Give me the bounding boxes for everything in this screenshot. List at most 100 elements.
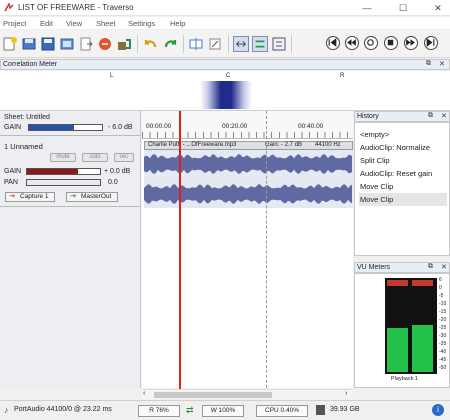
- history-item[interactable]: Move Clip: [359, 180, 447, 193]
- master-output-label: MasterOut: [81, 193, 112, 200]
- track-gain-fill: [27, 169, 79, 174]
- capture-input-button[interactable]: ⇥ Capture 1: [5, 192, 55, 202]
- sheet-gain-slider[interactable]: [28, 124, 103, 131]
- title-bar: LIST OF FREEWARE - Traverso — ☐ ✕: [0, 0, 450, 16]
- vu-scale-tick: -50: [439, 365, 447, 371]
- track-name: 1 Unnamed: [4, 142, 43, 151]
- corr-right-label: R: [340, 73, 345, 79]
- history-item[interactable]: Split Clip: [359, 154, 447, 167]
- clip-gain: Gain: - 2.7 dB: [265, 142, 303, 148]
- zoom-fit-icon[interactable]: [252, 36, 268, 52]
- track-gain-slider[interactable]: [26, 168, 101, 175]
- new-project-icon[interactable]: [2, 36, 18, 52]
- play-button[interactable]: [384, 36, 398, 50]
- redo-icon[interactable]: [162, 36, 178, 52]
- vu-scale: 6 0 -5 -10 -15 -20 -25 -30 -35 -40 -45 -50: [439, 277, 450, 377]
- info-icon[interactable]: i: [432, 404, 444, 416]
- audio-driver-status: PortAudio 44100/0 @ 23.22 ms: [14, 406, 112, 413]
- undo-icon[interactable]: [143, 36, 159, 52]
- audio-clip-waveform[interactable]: [144, 150, 353, 208]
- track-pan-value: 0.0: [108, 179, 118, 186]
- corr-center-label: C: [226, 73, 231, 79]
- audio-clip-header[interactable]: Charlie Puth - ...OfFreeware.mp3 Gain: -…: [144, 141, 353, 150]
- menu-help[interactable]: Help: [170, 19, 185, 28]
- rewind-button[interactable]: [345, 36, 359, 50]
- vu-scale-tick: -15: [439, 309, 447, 315]
- vu-meter-frame: [385, 278, 437, 374]
- skip-start-button[interactable]: [326, 36, 340, 50]
- snap-icon[interactable]: [188, 36, 204, 52]
- track-gain-value: + 0.0 dB: [104, 168, 131, 175]
- menu-view[interactable]: View: [66, 19, 82, 28]
- follow-icon[interactable]: [233, 36, 249, 52]
- output-arrow-icon: ⇥: [70, 193, 76, 200]
- vu-level-right: [412, 325, 433, 372]
- mute-button[interactable]: mute: [50, 153, 76, 162]
- vu-scale-tick: -10: [439, 301, 447, 307]
- ruler-tick: 00:20.00: [222, 123, 248, 130]
- scroll-left-icon[interactable]: ‹: [143, 390, 145, 397]
- menu-settings[interactable]: Settings: [128, 19, 155, 28]
- close-panel-icon[interactable]: ✕: [441, 263, 447, 271]
- read-buffer-status: R 76%: [138, 405, 180, 417]
- time-ruler[interactable]: 00:00.00 00:20.00 00:40.00: [142, 111, 353, 139]
- close-panel-icon[interactable]: ✕: [439, 60, 445, 68]
- menu-sheet[interactable]: Sheet: [96, 19, 116, 28]
- master-output-button[interactable]: ⇥ MasterOut: [66, 192, 118, 202]
- solo-button[interactable]: solo: [82, 153, 108, 162]
- record-icon[interactable]: [97, 36, 113, 52]
- vu-level-left: [387, 328, 408, 372]
- toolbar-separator: [183, 35, 184, 53]
- sheet-name: Sheet: Untitled: [4, 114, 50, 121]
- ruler-minor-ticks: [142, 132, 353, 138]
- sheet-gain-fill: [29, 125, 75, 130]
- import-icon[interactable]: [116, 36, 132, 52]
- new-sheet-icon[interactable]: [59, 36, 75, 52]
- menu-bar: Project Edit View Sheet Settings Help: [0, 17, 450, 29]
- timeline-area[interactable]: 00:00.00 00:20.00 00:40.00 Charlie Puth …: [142, 111, 353, 399]
- scroll-right-icon[interactable]: ›: [345, 390, 347, 397]
- vu-meters-header: VU Meters ⧉ ✕: [354, 262, 450, 273]
- history-item[interactable]: <empty>: [359, 128, 447, 141]
- stop-button[interactable]: [364, 36, 378, 50]
- save-all-icon[interactable]: [40, 36, 56, 52]
- toolbar: [0, 30, 450, 58]
- menu-project[interactable]: Project: [3, 19, 26, 28]
- close-button[interactable]: ✕: [426, 0, 450, 16]
- window-title: LIST OF FREEWARE - Traverso: [18, 3, 134, 12]
- sheet-gain-value: - 6.0 dB: [108, 124, 133, 131]
- sheet-gain-label: GAIN: [4, 124, 22, 131]
- vu-scale-tick: -20: [439, 317, 447, 323]
- divider: [0, 206, 141, 207]
- float-icon[interactable]: ⧉: [428, 112, 433, 120]
- track-pan-label: PAN: [4, 179, 18, 186]
- playhead[interactable]: [179, 111, 181, 399]
- export-icon[interactable]: [78, 36, 94, 52]
- rec-button[interactable]: rec: [114, 153, 134, 162]
- correlation-meter-title: Correlation Meter: [3, 61, 58, 68]
- scroll-thumb[interactable]: [154, 392, 272, 398]
- minimize-button[interactable]: —: [355, 0, 379, 16]
- close-panel-icon[interactable]: ✕: [441, 112, 447, 120]
- vu-scale-tick: -25: [439, 325, 447, 331]
- save-icon[interactable]: [21, 36, 37, 52]
- sync-icon[interactable]: ⇄: [186, 405, 194, 416]
- skip-end-button[interactable]: [424, 36, 438, 50]
- forward-button[interactable]: [404, 36, 418, 50]
- float-icon[interactable]: ⧉: [428, 263, 433, 271]
- timeline-hscrollbar[interactable]: ‹ ›: [142, 389, 353, 399]
- divider: [0, 135, 141, 136]
- edit-icon[interactable]: [207, 36, 223, 52]
- history-item[interactable]: AudioClip: Normalize: [359, 141, 447, 154]
- history-item-selected[interactable]: Move Clip: [359, 193, 447, 206]
- toolbar-separator: [228, 35, 229, 53]
- track-icon[interactable]: [271, 36, 287, 52]
- capture-input-label: Capture 1: [20, 193, 49, 200]
- track-pan-slider[interactable]: [26, 179, 101, 186]
- vu-meter-label: Playback 1: [391, 376, 418, 382]
- maximize-button[interactable]: ☐: [391, 0, 415, 16]
- float-icon[interactable]: ⧉: [426, 60, 431, 68]
- vu-scale-tick: -45: [439, 357, 447, 363]
- menu-edit[interactable]: Edit: [40, 19, 53, 28]
- history-item[interactable]: AudioClip: Reset gain: [359, 167, 447, 180]
